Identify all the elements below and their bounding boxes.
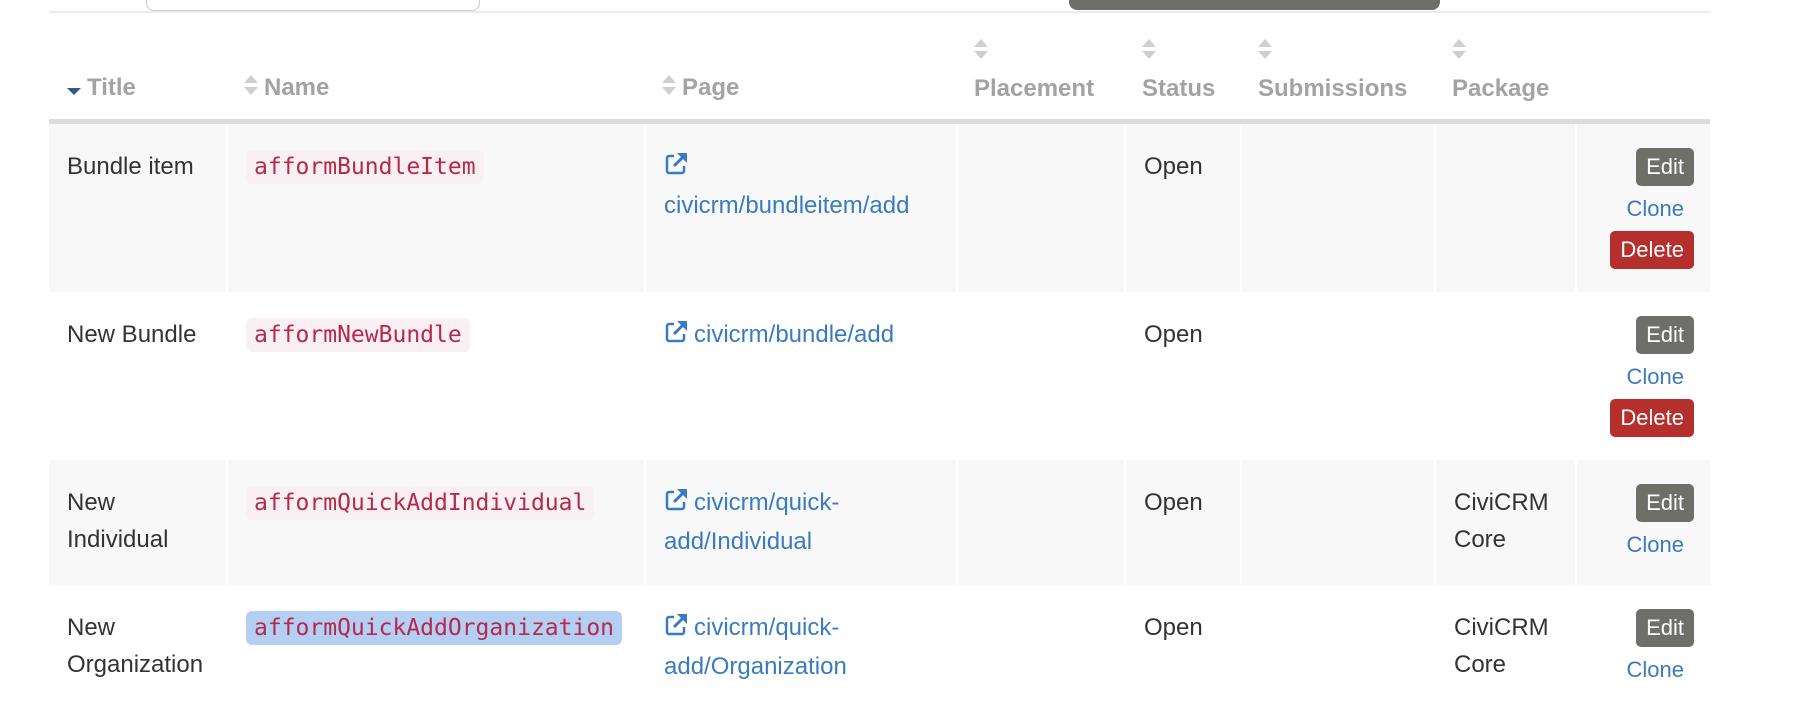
column-header-package[interactable]: Package bbox=[1434, 13, 1575, 124]
table-row: New Individual afformQuickAddIndividual … bbox=[49, 460, 1710, 585]
page-link[interactable]: civicrm/quick-add/Organization bbox=[664, 614, 847, 680]
cell-submissions bbox=[1240, 292, 1434, 460]
cell-status: Open bbox=[1124, 585, 1240, 710]
column-header-title[interactable]: Title bbox=[49, 13, 226, 124]
cell-package bbox=[1434, 124, 1575, 292]
search-input[interactable] bbox=[146, 0, 480, 11]
column-header-placement[interactable]: Placement bbox=[956, 13, 1124, 124]
cell-page: civicrm/quick-add/Organization bbox=[644, 585, 956, 710]
cell-actions: Edit Clone Delete bbox=[1575, 124, 1710, 292]
toolbar-button[interactable] bbox=[1069, 0, 1440, 10]
page-link[interactable]: civicrm/bundle/add bbox=[664, 321, 894, 348]
cell-status: Open bbox=[1124, 460, 1240, 585]
cell-package: CiviCRM Core bbox=[1434, 460, 1575, 585]
clone-link[interactable]: Clone bbox=[1595, 526, 1694, 563]
sort-icon bbox=[1142, 38, 1156, 67]
cell-page: civicrm/bundle/add bbox=[644, 292, 956, 460]
cell-submissions bbox=[1240, 460, 1434, 585]
cell-title: New Individual bbox=[49, 460, 226, 585]
delete-button[interactable]: Delete bbox=[1610, 231, 1694, 269]
cell-page: civicrm/quick-add/Individual bbox=[644, 460, 956, 585]
external-link-icon bbox=[664, 318, 688, 355]
table-row: Bundle item afformBundleItem civicrm/bun… bbox=[49, 124, 1710, 292]
edit-button[interactable]: Edit bbox=[1636, 316, 1694, 354]
cell-name: afformBundleItem bbox=[226, 124, 644, 292]
edit-button[interactable]: Edit bbox=[1636, 148, 1694, 186]
column-header-name[interactable]: Name bbox=[226, 13, 644, 124]
cell-submissions bbox=[1240, 124, 1434, 292]
header-row: Title Name Page Placement Status Submiss… bbox=[49, 13, 1710, 124]
edit-button[interactable]: Edit bbox=[1636, 484, 1694, 522]
sort-icon bbox=[1452, 38, 1466, 67]
form-name-code: afformQuickAddIndividual bbox=[246, 486, 595, 520]
cell-name: afformQuickAddIndividual bbox=[226, 460, 644, 585]
cell-package: CiviCRM Core bbox=[1434, 585, 1575, 710]
cell-placement bbox=[956, 585, 1124, 710]
column-header-page[interactable]: Page bbox=[644, 13, 956, 124]
cell-actions: Edit Clone Delete bbox=[1575, 292, 1710, 460]
sort-icon bbox=[974, 38, 988, 67]
table-row: New Bundle afformNewBundle civicrm/bundl… bbox=[49, 292, 1710, 460]
edit-button[interactable]: Edit bbox=[1636, 609, 1694, 647]
cell-title: New Bundle bbox=[67, 321, 197, 348]
clone-link[interactable]: Clone bbox=[1595, 358, 1694, 395]
sort-icon bbox=[244, 74, 258, 103]
cell-name: afformNewBundle bbox=[226, 292, 644, 460]
form-name-code: afformNewBundle bbox=[246, 318, 470, 352]
cell-submissions bbox=[1240, 585, 1434, 710]
cell-placement bbox=[956, 460, 1124, 585]
cell-package bbox=[1434, 292, 1575, 460]
cell-actions: Edit Clone bbox=[1575, 585, 1710, 710]
cell-actions: Edit Clone bbox=[1575, 460, 1710, 585]
cell-placement bbox=[956, 292, 1124, 460]
cell-title: Bundle item bbox=[49, 124, 226, 292]
form-name-code: afformQuickAddOrganization bbox=[246, 611, 623, 645]
cell-title: New Organization bbox=[67, 614, 204, 678]
table-row: New Organization afformQuickAddOrganizat… bbox=[49, 585, 1710, 710]
external-link-icon bbox=[664, 150, 688, 187]
column-header-submissions[interactable]: Submissions bbox=[1240, 13, 1434, 124]
cell-status: Open bbox=[1124, 124, 1240, 292]
cell-status: Open bbox=[1124, 292, 1240, 460]
page-link[interactable]: civicrm/bundleitem/add bbox=[664, 153, 909, 219]
delete-button[interactable]: Delete bbox=[1610, 399, 1694, 437]
page-link[interactable]: civicrm/quick-add/Individual bbox=[664, 489, 839, 555]
external-link-icon bbox=[664, 486, 688, 523]
sort-icon bbox=[662, 74, 676, 103]
cell-placement bbox=[956, 124, 1124, 292]
forms-table: Title Name Page Placement Status Submiss… bbox=[49, 13, 1710, 710]
cell-page: civicrm/bundleitem/add bbox=[644, 124, 956, 292]
caret-down-icon bbox=[67, 75, 81, 103]
column-header-actions bbox=[1575, 13, 1710, 124]
clone-link[interactable]: Clone bbox=[1595, 190, 1694, 227]
cell-name: afformQuickAddOrganization bbox=[226, 585, 644, 710]
clone-link[interactable]: Clone bbox=[1595, 651, 1694, 688]
column-header-status[interactable]: Status bbox=[1124, 13, 1240, 124]
form-name-code: afformBundleItem bbox=[246, 150, 484, 184]
external-link-icon bbox=[664, 611, 688, 648]
sort-icon bbox=[1258, 38, 1272, 67]
